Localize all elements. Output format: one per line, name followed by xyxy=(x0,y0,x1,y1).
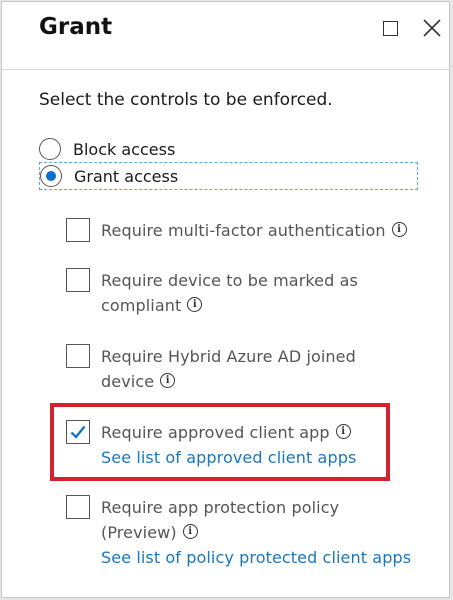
instruction-text: Select the controls to be enforced. xyxy=(39,90,333,110)
blade-header: Grant xyxy=(2,2,449,70)
checkmark-icon xyxy=(70,425,86,439)
maximize-button[interactable] xyxy=(378,16,402,40)
grant-access-label: Grant access xyxy=(74,166,179,186)
block-access-option[interactable]: Block access xyxy=(39,136,175,162)
grant-blade: Grant Select the controls to be enforced… xyxy=(1,1,450,598)
app-protection-policy-label: Require app protection policy (Preview) xyxy=(101,498,340,542)
info-icon[interactable]: i xyxy=(160,373,176,388)
grant-access-radio[interactable] xyxy=(40,165,62,187)
block-access-radio[interactable] xyxy=(39,138,61,160)
policy-protected-apps-link[interactable]: See list of policy protected client apps xyxy=(101,545,411,570)
compliant-device-label: Require device to be marked as compliant xyxy=(101,271,358,315)
blade-title: Grant xyxy=(39,14,113,40)
info-icon[interactable]: i xyxy=(391,222,407,237)
mfa-checkbox[interactable] xyxy=(66,218,90,242)
info-icon[interactable]: i xyxy=(182,524,198,539)
maximize-icon xyxy=(382,20,398,36)
compliant-device-label-row: Require device to be marked as compliant… xyxy=(101,268,381,318)
approved-client-apps-link[interactable]: See list of approved client apps xyxy=(101,445,431,470)
close-button[interactable] xyxy=(420,16,444,40)
grant-access-option[interactable]: Grant access xyxy=(39,162,418,190)
app-protection-policy-label-row: Require app protection policy (Preview) i… xyxy=(101,495,411,570)
block-access-label: Block access xyxy=(73,139,176,159)
hybrid-joined-label: Require Hybrid Azure AD joined device xyxy=(101,347,356,391)
close-icon xyxy=(423,19,441,37)
radio-selected-dot xyxy=(46,171,56,181)
approved-client-app-label-row: Require approved client app i See list of… xyxy=(101,420,431,470)
info-icon[interactable]: i xyxy=(187,297,203,312)
info-icon[interactable]: i xyxy=(335,424,351,439)
hybrid-joined-checkbox[interactable] xyxy=(66,344,90,368)
mfa-label: Require multi-factor authentication xyxy=(101,221,386,240)
approved-client-app-label: Require approved client app xyxy=(101,423,330,442)
access-radio-group: Block access Grant access xyxy=(39,136,418,191)
compliant-device-checkbox[interactable] xyxy=(66,268,90,292)
hybrid-joined-label-row: Require Hybrid Azure AD joined device i xyxy=(101,344,381,394)
approved-client-app-checkbox[interactable] xyxy=(66,420,90,444)
mfa-label-row: Require multi-factor authentication i xyxy=(101,218,431,243)
app-protection-policy-checkbox[interactable] xyxy=(66,495,90,519)
